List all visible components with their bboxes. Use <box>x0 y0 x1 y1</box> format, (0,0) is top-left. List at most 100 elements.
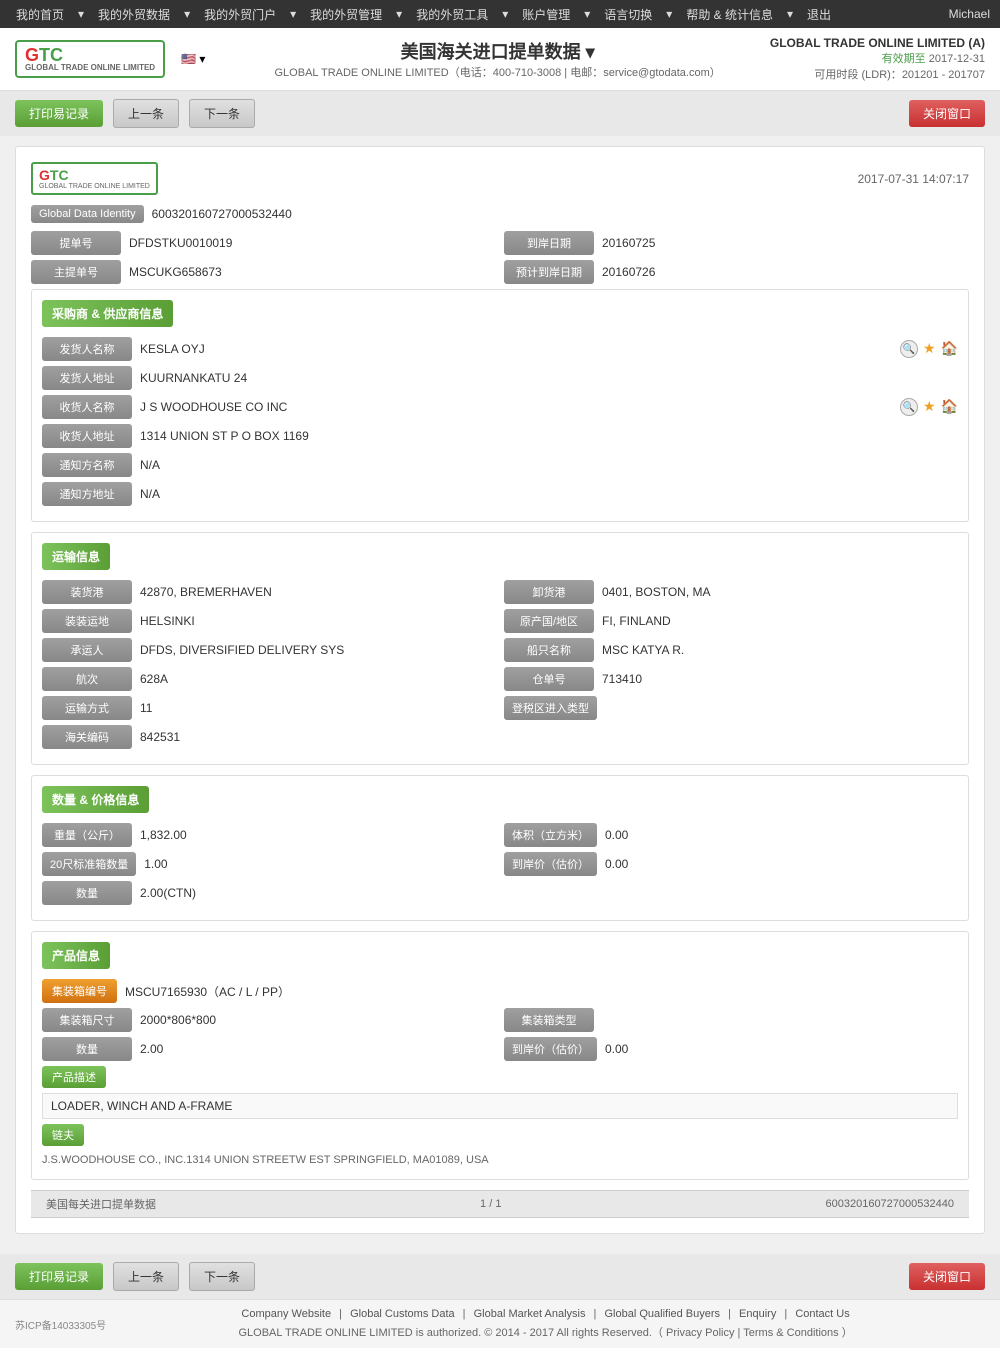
nav-trade-data[interactable]: 我的外贸数据 <box>92 6 176 23</box>
consignee-search-icon[interactable]: 🔍 <box>900 398 918 416</box>
voyage-label: 航次 <box>42 667 132 691</box>
est-arrival-value: 20160726 <box>602 265 969 279</box>
bill-no-field: 提单号 DFDSTKU0010019 <box>31 231 496 255</box>
place-origin-row: 装装运地 HELSINKI 原产国/地区 FI, FINLAND <box>42 609 958 633</box>
origin-field: 原产国/地区 FI, FINLAND <box>504 609 958 633</box>
footer-link-company[interactable]: Company Website <box>241 1308 331 1320</box>
volume-value: 0.00 <box>605 828 958 842</box>
next-button[interactable]: 下一条 <box>189 99 255 128</box>
nav-logout[interactable]: 退出 <box>801 6 837 23</box>
consignee-star-icon[interactable]: ★ <box>923 398 936 416</box>
page-header: GTC GLOBAL TRADE ONLINE LIMITED 🇺🇸 ▾ 美国海… <box>0 28 1000 91</box>
buyer-row: 链夫 <box>42 1124 958 1146</box>
footer-link-buyers[interactable]: Global Qualified Buyers <box>604 1308 720 1320</box>
header-subtitle: GLOBAL TRADE ONLINE LIMITED（电话：400-710-3… <box>225 64 770 80</box>
vessel-value: MSC KATYA R. <box>602 643 958 657</box>
product-price-label: 到岸价（估价） <box>504 1037 597 1061</box>
load-port-field: 装货港 42870, BREMERHAVEN <box>42 580 496 604</box>
customs-code-value: 842531 <box>140 730 958 744</box>
nav-trade-mgmt[interactable]: 我的外贸管理 <box>304 6 388 23</box>
consignee-name-value: J S WOODHOUSE CO INC <box>140 400 890 414</box>
shipper-search-icon[interactable]: 🔍 <box>900 340 918 358</box>
nav-trade-tools[interactable]: 我的外贸工具 <box>410 6 494 23</box>
product-price-value: 0.00 <box>605 1042 958 1056</box>
customs-code-label: 海关编码 <box>42 725 132 749</box>
nav-home[interactable]: 我的首页 <box>10 6 70 23</box>
bill-arrival-row: 提单号 DFDSTKU0010019 到岸日期 20160725 <box>31 231 969 255</box>
icp-text: 苏ICP备14033305号 <box>15 1317 106 1332</box>
footer-copyright: GLOBAL TRADE ONLINE LIMITED is authorize… <box>106 1324 985 1340</box>
product-qty-label: 数量 <box>42 1037 132 1061</box>
quantity-value: 2.00(CTN) <box>140 886 958 900</box>
footer-privacy[interactable]: Privacy Policy <box>666 1327 734 1339</box>
buyer-btn[interactable]: 链夫 <box>42 1124 84 1146</box>
consignee-addr-label: 收货人地址 <box>42 424 132 448</box>
shipper-addr-row: 发货人地址 KUURNANKATU 24 <box>42 366 958 390</box>
vessel-label: 船只名称 <box>504 638 594 662</box>
container-size-value: 2000*806*800 <box>140 1013 496 1027</box>
container-size-label: 集装箱尺寸 <box>42 1008 132 1032</box>
mode-ftz-row: 运输方式 11 登税区进入类型 <box>42 696 958 720</box>
footer-terms[interactable]: Terms & Conditions <box>743 1327 838 1339</box>
product-section: 产品信息 集装箱编号 MSCU7165930（AC / L / PP） 集装箱尺… <box>31 931 969 1180</box>
footer-link-enquiry[interactable]: Enquiry <box>739 1308 776 1320</box>
arrival-price-value: 0.00 <box>605 857 958 871</box>
arrival-price-label: 到岸价（估价） <box>504 852 597 876</box>
arrival-price-field: 到岸价（估价） 0.00 <box>504 852 958 876</box>
footer-link-contact[interactable]: Contact Us <box>795 1308 849 1320</box>
nav-sep2: ▾ <box>178 7 196 21</box>
buyer-info: J.S.WOODHOUSE CO., INC.1314 UNION STREET… <box>42 1151 958 1169</box>
volume-label: 体积（立方米） <box>504 823 597 847</box>
container-type-field: 集装箱类型 <box>504 1008 958 1032</box>
voyage-manifest-row: 航次 628A 仓单号 713410 <box>42 667 958 691</box>
transport-mode-field: 运输方式 11 <box>42 696 496 720</box>
weight-value: 1,832.00 <box>140 828 496 842</box>
bottom-bar-middle: 1 / 1 <box>480 1198 501 1210</box>
load-place-field: 装装运地 HELSINKI <box>42 609 496 633</box>
page-title: 美国海关进口提单数据 ▾ <box>225 38 770 64</box>
bill-no-label: 提单号 <box>31 231 121 255</box>
record-bottom-bar: 美国每关进口提单数据 1 / 1 600320160727000532440 <box>31 1190 969 1218</box>
footer-link-customs[interactable]: Global Customs Data <box>350 1308 455 1320</box>
notify-addr-value: N/A <box>140 487 958 501</box>
carrier-label: 承运人 <box>42 638 132 662</box>
consignee-home-icon[interactable]: 🏠 <box>941 398 958 416</box>
notify-name-label: 通知方名称 <box>42 453 132 477</box>
record-logo: GTC GLOBAL TRADE ONLINE LIMITED <box>31 162 158 195</box>
container-no-label-btn[interactable]: 集装箱编号 <box>42 979 117 1003</box>
consignee-name-label: 收货人名称 <box>42 395 132 419</box>
master-bill-row: 主提单号 MSCUKG658673 预计到岸日期 20160726 <box>31 260 969 284</box>
consignee-addr-value: 1314 UNION ST P O BOX 1169 <box>140 429 958 443</box>
close-button-bottom[interactable]: 关闭窗口 <box>909 1263 985 1290</box>
nav-sep5: ▾ <box>496 7 514 21</box>
footer-link-market[interactable]: Global Market Analysis <box>474 1308 586 1320</box>
load-place-value: HELSINKI <box>140 614 496 628</box>
prev-button-bottom[interactable]: 上一条 <box>113 1262 179 1291</box>
prev-button[interactable]: 上一条 <box>113 99 179 128</box>
discharge-port-label: 卸货港 <box>504 580 594 604</box>
nav-language[interactable]: 语言切换 <box>598 6 658 23</box>
close-button[interactable]: 关闭窗口 <box>909 100 985 127</box>
page-title-area: 美国海关进口提单数据 ▾ GLOBAL TRADE ONLINE LIMITED… <box>205 38 770 80</box>
footer-links-area: Company Website | Global Customs Data | … <box>106 1308 985 1340</box>
account-info: GLOBAL TRADE ONLINE LIMITED (A) 有效期至 201… <box>770 36 985 82</box>
nav-help[interactable]: 帮助 & 统计信息 <box>680 6 779 23</box>
shipper-home-icon[interactable]: 🏠 <box>941 340 958 358</box>
load-place-label: 装装运地 <box>42 609 132 633</box>
shipper-star-icon[interactable]: ★ <box>923 340 936 358</box>
nav-trade-portal[interactable]: 我的外贸门户 <box>198 6 282 23</box>
weight-label: 重量（公斤） <box>42 823 132 847</box>
global-data-label: Global Data Identity <box>31 205 144 223</box>
discharge-port-field: 卸货港 0401, BOSTON, MA <box>504 580 958 604</box>
transport-section-title: 运输信息 <box>42 543 110 570</box>
bottom-bar-right: 600320160727000532440 <box>826 1198 954 1210</box>
consignee-name-area: J S WOODHOUSE CO INC 🔍 ★ 🏠 <box>140 398 958 416</box>
nav-account[interactable]: 账户管理 <box>516 6 576 23</box>
shipper-addr-value: KUURNANKATU 24 <box>140 371 958 385</box>
print-button-bottom[interactable]: 打印易记录 <box>15 1263 103 1290</box>
product-desc-btn[interactable]: 产品描述 <box>42 1066 106 1088</box>
print-button[interactable]: 打印易记录 <box>15 100 103 127</box>
next-button-bottom[interactable]: 下一条 <box>189 1262 255 1291</box>
notify-addr-row: 通知方地址 N/A <box>42 482 958 506</box>
master-bill-label: 主提单号 <box>31 260 121 284</box>
